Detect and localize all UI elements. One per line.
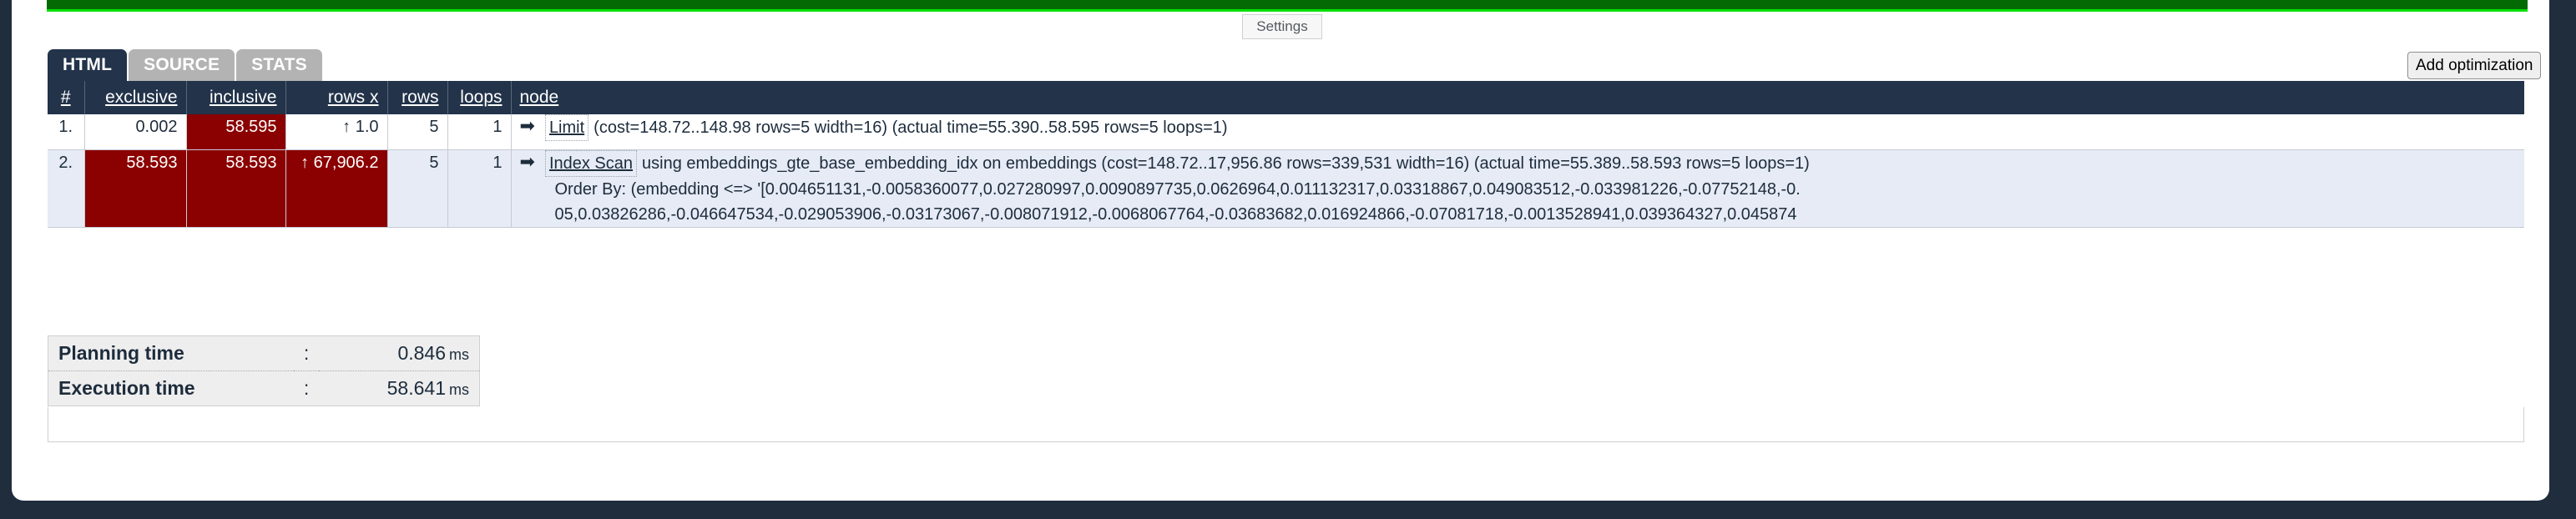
cell-rows-x: ↑ 1.0	[285, 114, 388, 150]
timings-box: Planning time : 0.846 ms Execution time :…	[48, 335, 480, 406]
execution-time-separator: :	[303, 377, 310, 399]
settings-button[interactable]: Settings	[1242, 14, 1322, 39]
order-by-line-1: Order By: (embedding <=> '[0.004651131,-…	[554, 179, 1801, 199]
node-extra-info: Order By: (embedding <=> '[0.004651131,-…	[555, 177, 2517, 227]
header-cell-exclusive[interactable]: exclusive	[84, 81, 187, 114]
arrow-right-icon: ➡	[519, 115, 535, 136]
tab-bar: HTML SOURCE STATS	[48, 49, 324, 81]
timing-row-planning: Planning time : 0.846 ms	[48, 335, 480, 371]
sort-link-rows-x[interactable]: rows x	[328, 88, 379, 107]
table-row[interactable]: 1. 0.002 58.595 ↑ 1.0 5 1 ➡ Limit (cost=14…	[48, 114, 2524, 150]
plan-table-body: 1. 0.002 58.595 ↑ 1.0 5 1 ➡ Limit (cost=14…	[48, 114, 2524, 228]
header-cell-rows[interactable]: rows	[387, 81, 448, 114]
add-optimization-button[interactable]: Add optimization	[2407, 52, 2542, 79]
cell-rows: 5	[387, 114, 448, 150]
cell-rows-x: ↑ 67,906.2	[285, 149, 388, 228]
plan-header-row: # exclusive inclusive rows x rows loops …	[48, 81, 2524, 114]
progress-bar-fill	[47, 0, 2528, 9]
table-row[interactable]: 2. 58.593 58.593 ↑ 67,906.2 5 1 ➡ Index S…	[48, 149, 2524, 228]
cell-loops: 1	[447, 149, 512, 228]
sort-link-inclusive[interactable]: inclusive	[210, 88, 277, 107]
planning-time-label: Planning time	[48, 335, 294, 371]
plan-table-header: # exclusive inclusive rows x rows loops …	[48, 81, 2524, 114]
plan-content-card: Settings Add optimization HTML SOURCE ST…	[12, 0, 2549, 501]
cell-exclusive: 58.593	[84, 149, 187, 228]
planning-time-value: 0.846 ms	[319, 335, 480, 371]
execution-time-unit: ms	[449, 381, 469, 398]
query-plan-table: # exclusive inclusive rows x rows loops …	[48, 81, 2524, 228]
progress-bar	[47, 0, 2528, 12]
header-cell-inclusive[interactable]: inclusive	[186, 81, 286, 114]
sort-link-rows[interactable]: rows	[402, 88, 438, 107]
header-cell-loops[interactable]: loops	[447, 81, 512, 114]
app-window: Settings Add optimization HTML SOURCE ST…	[0, 0, 2576, 519]
node-type-link[interactable]: Index Scan	[544, 149, 638, 177]
header-cell-num[interactable]: #	[48, 81, 85, 114]
arrow-right-icon: ➡	[519, 150, 535, 172]
sort-link-loops[interactable]: loops	[460, 88, 502, 107]
cell-num: 2.	[48, 149, 85, 228]
cell-node: ➡ Limit (cost=148.72..148.98 rows=5 width=…	[511, 114, 2524, 150]
execution-time-label: Execution time	[58, 377, 195, 399]
cell-loops: 1	[447, 114, 512, 150]
footer-panel	[48, 407, 2524, 442]
planning-time-number: 0.846	[397, 342, 446, 364]
execution-time-number: 58.641	[386, 377, 446, 399]
cell-exclusive: 0.002	[84, 114, 187, 150]
cell-inclusive: 58.595	[186, 114, 286, 150]
execution-time-value: 58.641 ms	[319, 371, 479, 406]
sort-link-exclusive[interactable]: exclusive	[105, 88, 177, 107]
sort-link-num[interactable]: #	[61, 88, 71, 107]
header-cell-rows-x[interactable]: rows x	[285, 81, 388, 114]
tab-stats[interactable]: STATS	[236, 49, 322, 81]
node-detail-text: using embeddings_gte_base_embedding_idx …	[642, 154, 1810, 173]
order-by-line-2: 05,0.03826286,-0.046647534,-0.029053906,…	[554, 204, 1797, 224]
node-detail-text: (cost=148.72..148.98 rows=5 width=16) (a…	[593, 118, 1228, 137]
planning-time-unit: ms	[449, 346, 469, 363]
cell-rows: 5	[387, 149, 448, 228]
node-type-link[interactable]: Limit	[544, 114, 589, 141]
cell-node: ➡ Index Scan using embeddings_gte_base_emb…	[511, 149, 2524, 228]
cell-num: 1.	[48, 114, 85, 150]
tab-html[interactable]: HTML	[48, 49, 128, 81]
planning-time-separator: :	[293, 335, 320, 371]
sort-link-node[interactable]: node	[520, 88, 559, 107]
cell-inclusive: 58.593	[186, 149, 286, 228]
timing-row-execution: Execution time : 58.641 ms	[48, 371, 480, 406]
header-cell-node[interactable]: node	[511, 81, 2524, 114]
tab-source[interactable]: SOURCE	[129, 49, 235, 81]
